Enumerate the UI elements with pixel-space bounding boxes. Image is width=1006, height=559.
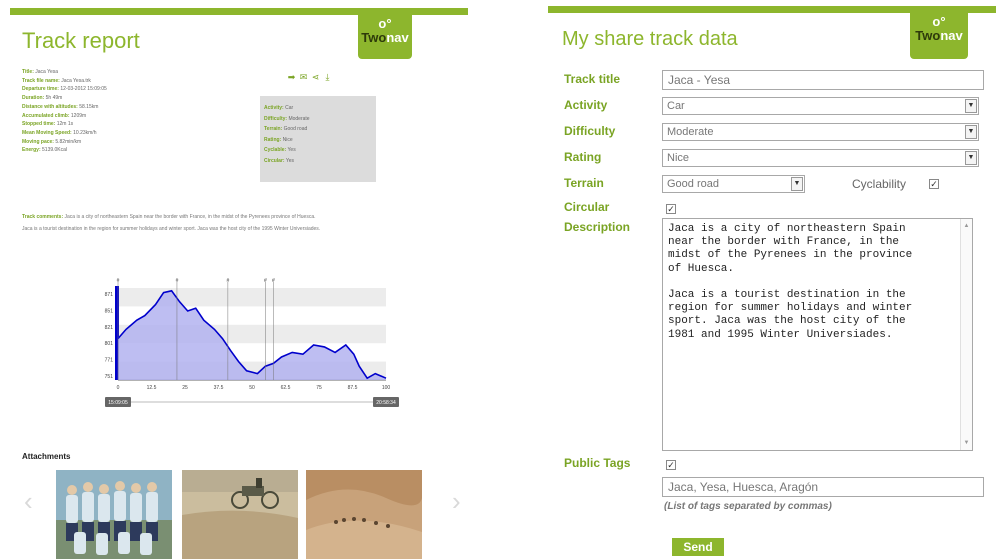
rating-label: Rating [564,150,602,164]
public-tags-checkbox[interactable]: ✓ [666,460,676,470]
y-tick-label: 821 [105,325,114,331]
track-info-box: Activity: Car Difficulty: Moderate Terra… [260,96,376,182]
meta-row-pace: Moving pace: 5.82min/km [22,138,82,145]
x-tick-label: 12.5 [147,385,157,391]
arrow-icon[interactable]: ➡ [287,73,296,82]
page-title: Track report [22,28,140,53]
meta-row-energy: Energy: 5139.0Kcal [22,147,68,154]
meta-row-duration: Duration: 5h 49m [22,95,63,102]
x-tick-label: 37.5 [214,385,224,391]
comments-label: Track comments: [22,214,64,220]
attachment-photo-cyclist[interactable] [182,470,298,559]
chevron-down-icon[interactable]: ▼ [965,125,977,139]
circular-label: Circular [564,200,610,214]
waypoint-flag: # [176,278,179,284]
track-comments: Track comments: Jaca is a city of northe… [22,214,454,238]
x-tick-label: 87.5 [348,385,358,391]
info-row-difficulty: Difficulty: Moderate [264,115,310,122]
scroll-up-icon[interactable]: ▲ [961,223,972,229]
send-button[interactable]: Send [672,538,724,556]
terrain-label: Terrain [564,176,604,190]
circular-checkbox[interactable]: ✓ [666,204,676,214]
waypoint-flag: # [226,278,229,284]
track-title-input[interactable]: Jaca - Yesa [662,70,984,90]
report-actions: ➡ ✉ ⋖ ⤓ [287,67,335,82]
twonav-logo: o° Twonav [910,13,968,59]
comments-paragraph-2: Jaca is a tourist destination in the reg… [22,226,321,232]
y-tick-label: 771 [105,358,114,364]
waypoint-flag: # [272,278,275,284]
chevron-down-icon[interactable]: ▼ [965,151,977,165]
track-report-panel: o° Twonav Track report Title: Jaca Yesa … [10,0,468,559]
end-time-handle[interactable]: 20:58:34 [373,397,399,407]
description-scrollbar[interactable]: ▲ ▼ [960,219,972,450]
x-tick-label: 0 [117,385,120,391]
elevation-profile-chart: 871 851 821 801 771 751 0 12.5 25 37.5 50 62.5 75 87… [105,278,399,407]
difficulty-select[interactable]: Moderate ▼ [662,123,979,141]
scroll-down-icon[interactable]: ▼ [961,440,972,446]
y-tick-label: 801 [105,341,114,347]
logo-mark: o° [932,14,946,29]
x-tick-label: 100 [382,385,391,391]
description-text: Jaca is a city of northeastern Spain nea… [668,223,913,341]
description-label: Description [564,220,631,234]
activity-select[interactable]: Car ▼ [662,97,979,115]
waypoint-flag: # [117,278,120,284]
time-handle-label: 15:09:05 [108,400,128,406]
attachment-photo-desert[interactable] [306,470,422,559]
top-accent-bar [10,8,468,15]
logo-mark: o° [378,16,392,31]
y-tick-label: 851 [105,308,114,314]
chevron-down-icon[interactable]: ▼ [965,99,977,113]
email-icon[interactable]: ✉ [299,73,308,82]
meta-row-title: Title: Jaca Yesa [22,69,59,75]
difficulty-label: Difficulty [564,124,616,138]
meta-row-departure: Departure time: 12-03-2012 15:09:05 [22,86,107,93]
start-time-handle[interactable]: 15:09:05 [105,397,131,407]
info-row-terrain: Terrain: Good road [264,126,308,132]
x-tick-label: 75 [316,385,322,391]
info-row-activity: Activity: Car [264,105,294,111]
description-textarea[interactable]: Jaca is a city of northeastern Spain nea… [662,218,973,451]
share-track-form-panel: o° Twonav My share track data Track titl… [548,0,998,559]
activity-label: Activity [564,98,608,112]
next-attachment-arrow[interactable]: › [452,488,461,514]
rating-select[interactable]: Nice ▼ [662,149,979,167]
x-tick-label: 62.5 [281,385,291,391]
time-handle-label: 20:58:34 [376,400,396,406]
meta-row-distance: Distance with altitudes: 58.15km [22,103,99,110]
download-icon[interactable]: ⤓ [323,73,332,82]
chevron-down-icon[interactable]: ▼ [791,177,803,191]
track-title-label: Track title [564,72,621,86]
comments-paragraph-1: Jaca is a city of northeastern Spain nea… [64,214,316,220]
x-tick-label: 50 [249,385,255,391]
meta-row-climb: Accumulated climb: 1209m [22,112,87,119]
attachment-photo-group[interactable] [56,470,172,559]
public-tags-label: Public Tags [564,456,631,470]
meta-row-file: Track file name: Jaca Yesa.trk [22,77,91,84]
info-row-circular: Circular: Yes [264,157,295,164]
info-row-rating: Rating: Nice [264,136,293,143]
share-icon[interactable]: ⋖ [311,73,320,82]
twonav-logo: o° Twonav [358,15,412,59]
x-tick-label: 25 [182,385,188,391]
logo-brand: Twonav [361,30,409,45]
form-title: My share track data [562,28,738,50]
logo-brand: Twonav [915,28,963,43]
cyclability-label: Cyclability [852,177,907,191]
waypoint-flag: # [264,278,267,284]
y-tick-label: 751 [105,374,114,380]
terrain-select[interactable]: Good road ▼ [662,175,805,193]
public-tags-input[interactable]: Jaca, Yesa, Huesca, Aragón [662,477,984,497]
meta-row-stopped: Stopped time: 12m 1s [22,121,74,128]
track-meta-list: Title: Jaca Yesa Track file name: Jaca Y… [22,68,252,155]
y-tick-label: 871 [105,292,114,298]
tags-hint: (List of tags separated by commas) [664,501,832,512]
top-accent-bar [548,6,996,13]
prev-attachment-arrow[interactable]: ‹ [24,488,33,514]
cyclability-checkbox[interactable]: ✓ [929,179,939,189]
attachments-title: Attachments [22,452,71,461]
info-row-cyclable: Cyclable: Yes [264,147,296,153]
meta-row-speed: Mean Moving Speed: 10.23km/h [22,129,97,136]
